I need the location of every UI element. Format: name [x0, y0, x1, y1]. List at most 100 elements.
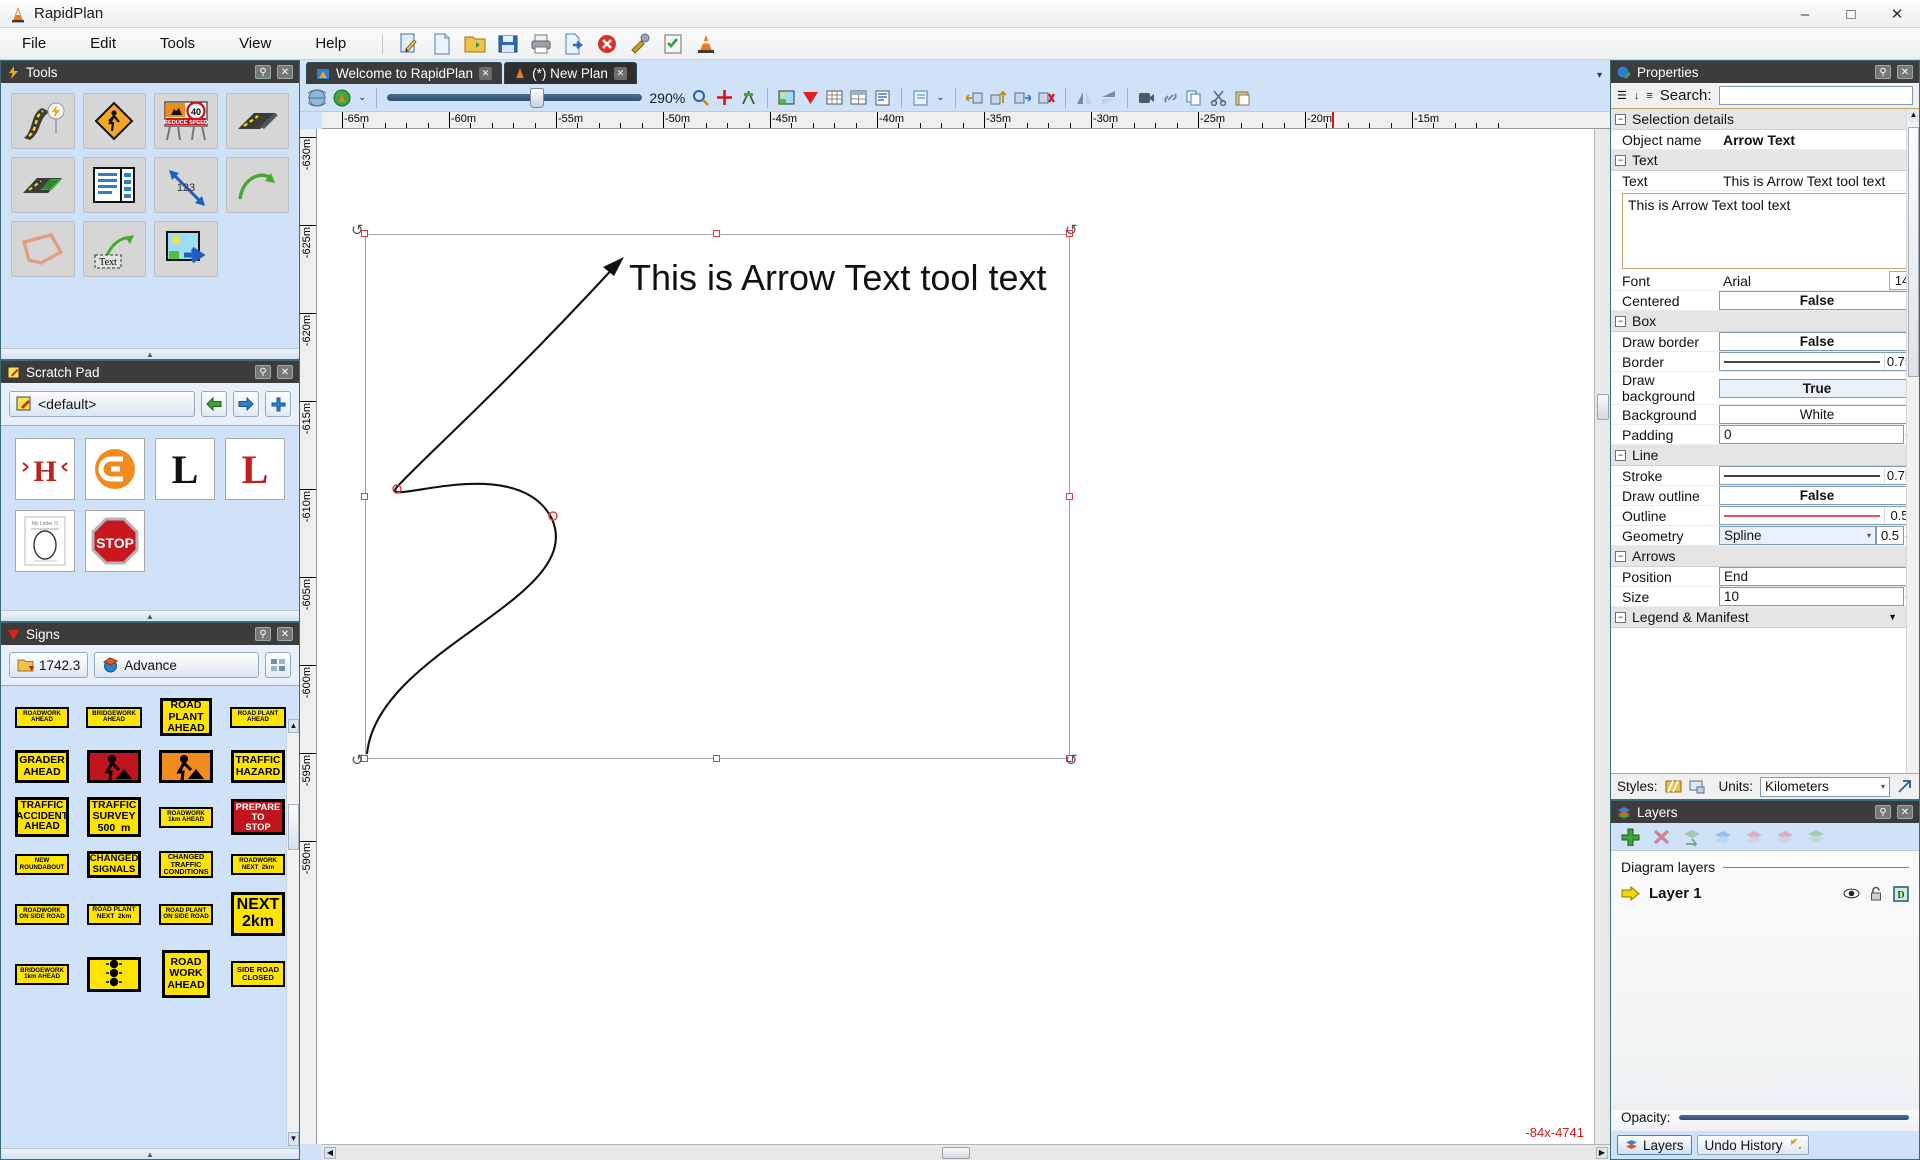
sign-item[interactable]: ROAD PLANT NEXT 2km — [87, 903, 141, 925]
delete-object-icon[interactable] — [1038, 90, 1055, 106]
close-icon[interactable]: ✕ — [277, 627, 293, 641]
page-icon[interactable] — [912, 90, 929, 106]
sign-item[interactable]: BRIDGEWORK AHEAD — [86, 706, 142, 728]
units-select[interactable]: Kilometers ▾ — [1760, 776, 1890, 797]
collapse-icon[interactable]: − — [1615, 113, 1626, 125]
open-folder-icon[interactable] — [463, 32, 487, 56]
menu-tools[interactable]: Tools — [138, 31, 217, 56]
property-value[interactable]: Arial 14 — [1719, 271, 1919, 290]
sign-item[interactable]: ROADWORK 1km AHEAD — [159, 806, 213, 828]
tool-dimension[interactable]: 123 — [154, 157, 218, 213]
sign-item[interactable] — [87, 750, 141, 783]
close-icon[interactable]: ✕ — [613, 67, 627, 80]
scratch-pad-item[interactable]: H — [15, 438, 75, 500]
tool-list[interactable] — [82, 157, 146, 213]
draw-outline-toggle[interactable]: False — [1719, 486, 1915, 505]
diagram-icon[interactable]: D — [1893, 885, 1909, 902]
close-icon[interactable]: ✕ — [1897, 65, 1913, 79]
sign-item[interactable]: NEXT 2km — [231, 892, 285, 936]
menu-help[interactable]: Help — [293, 31, 368, 56]
tool-image[interactable] — [154, 221, 218, 277]
scroll-up-button[interactable]: ▲ — [1908, 109, 1919, 122]
sign-item[interactable]: ROAD PLANT ON SIDE ROAD — [159, 903, 213, 925]
sign-item[interactable]: ROADWORKAHEAD — [162, 950, 210, 998]
close-document-icon[interactable] — [595, 32, 619, 56]
tool-sign[interactable] — [82, 93, 146, 149]
menu-view[interactable]: View — [217, 31, 293, 56]
eye-icon[interactable] — [1843, 887, 1860, 900]
horizontal-scroll-thumb[interactable] — [942, 1147, 970, 1159]
tool-polygon[interactable] — [11, 221, 75, 277]
new-wizard-icon[interactable] — [397, 32, 421, 56]
scratch-pad-resize-grip[interactable]: ▲ — [1, 610, 299, 621]
property-group-selection-details[interactable]: − Selection details — [1611, 109, 1919, 130]
globe-icon[interactable] — [308, 89, 326, 107]
tab-new-plan[interactable]: (*) New Plan ✕ — [504, 62, 637, 84]
sign-item[interactable]: ROADWORK NEXT 2km — [231, 854, 285, 875]
arrow-position-select[interactable]: End ▾ — [1719, 567, 1915, 586]
layer-green-icon[interactable] — [1807, 828, 1826, 846]
sign-item[interactable]: PREPARE TO STOP — [231, 799, 285, 835]
close-button[interactable]: ✕ — [1874, 0, 1920, 28]
opacity-slider[interactable] — [1678, 1115, 1909, 1120]
tools-icon[interactable] — [628, 32, 652, 56]
collapse-icon[interactable]: − — [1615, 154, 1626, 166]
copy-icon[interactable] — [1186, 90, 1203, 106]
sign-category-button[interactable]: Advance — [94, 652, 259, 678]
browse-signs-button[interactable] — [265, 652, 291, 678]
pin-button[interactable]: ⚲ — [1875, 65, 1891, 79]
close-icon[interactable]: ✕ — [277, 365, 293, 379]
sign-item[interactable]: CHANGED TRAFFIC CONDITIONS — [159, 851, 213, 878]
scroll-left-button[interactable]: ◀ — [324, 1147, 336, 1159]
signs-scroll-thumb[interactable] — [288, 804, 299, 850]
scratch-pad-item[interactable] — [85, 438, 145, 500]
sign-library-button[interactable]: 1742.3 — [9, 652, 89, 678]
scratch-pad-item[interactable]: My Letter O — [15, 510, 75, 572]
layer-red2-icon[interactable] — [1776, 828, 1795, 846]
arrow-text-label[interactable]: This is Arrow Text tool text — [629, 257, 1046, 299]
sign-item[interactable]: ROAD PLANT AHEAD — [160, 698, 212, 736]
move-left-icon[interactable] — [965, 90, 983, 106]
drawing-canvas[interactable]: ↺ ↺ ↺ ↺ This is Arrow Text tool text -84… — [317, 129, 1594, 1144]
filter-icon[interactable] — [802, 90, 819, 106]
text-editor-field[interactable]: This is Arrow Text tool text — [1622, 193, 1915, 269]
property-group-text[interactable]: − Text — [1611, 150, 1919, 171]
draw-border-toggle[interactable]: False — [1719, 332, 1915, 351]
collapse-icon[interactable]: − — [1615, 550, 1626, 562]
tab-welcome[interactable]: Welcome to RapidPlan ✕ — [306, 62, 503, 84]
canvas-vertical-scrollbar[interactable] — [1594, 129, 1610, 1144]
tool-reduce-speed-board[interactable]: 40 REDUCE SPEED — [154, 93, 218, 149]
signs-scrollbar[interactable]: ▲ ▼ — [286, 719, 299, 1146]
add-button[interactable] — [265, 391, 291, 417]
padding-input[interactable]: 0 — [1719, 425, 1904, 444]
status-tab-undo-history[interactable]: Undo History — [1696, 1135, 1809, 1155]
search-input[interactable] — [1718, 86, 1913, 105]
background-color-button[interactable]: White — [1719, 405, 1915, 424]
tool-arrow[interactable] — [225, 157, 289, 213]
sign-item[interactable] — [159, 750, 213, 783]
signs-scroll-up-button[interactable]: ▲ — [288, 719, 299, 733]
scratch-pad-selector[interactable]: <default> — [9, 391, 195, 417]
menu-file[interactable]: File — [0, 31, 68, 56]
zoom-slider[interactable] — [387, 87, 643, 108]
move-right-icon[interactable] — [1014, 90, 1031, 106]
close-icon[interactable]: ✕ — [479, 67, 493, 80]
properties-scrollbar[interactable]: ▲ — [1906, 109, 1919, 773]
collapse-icon[interactable]: − — [1615, 611, 1626, 623]
sign-item[interactable]: CHANGED SIGNALS — [87, 851, 141, 878]
geometry-select[interactable]: Spline ▾ — [1719, 526, 1876, 545]
table-icon[interactable] — [850, 90, 867, 106]
checklist-icon[interactable] — [661, 32, 685, 56]
traffic-cone-icon[interactable] — [694, 32, 718, 56]
tool-arrow-text[interactable]: Text — [82, 221, 146, 277]
collapse-icon[interactable]: − — [1615, 315, 1626, 327]
sign-item[interactable]: ROADWORK ON SIDE ROAD — [15, 903, 69, 925]
scratch-pad-item[interactable]: L — [155, 438, 215, 500]
sign-item[interactable]: NEW ROUNDABOUT — [15, 854, 69, 875]
mirror-icon[interactable] — [1076, 90, 1093, 106]
pin-button[interactable]: ⚲ — [1875, 805, 1891, 819]
property-group-legend-manifest[interactable]: − Legend & Manifest ▼ — [1611, 607, 1919, 628]
close-icon[interactable]: ✕ — [1897, 805, 1913, 819]
layer-up-icon[interactable] — [1714, 828, 1733, 846]
categorized-icon[interactable]: ☰ — [1617, 89, 1627, 102]
